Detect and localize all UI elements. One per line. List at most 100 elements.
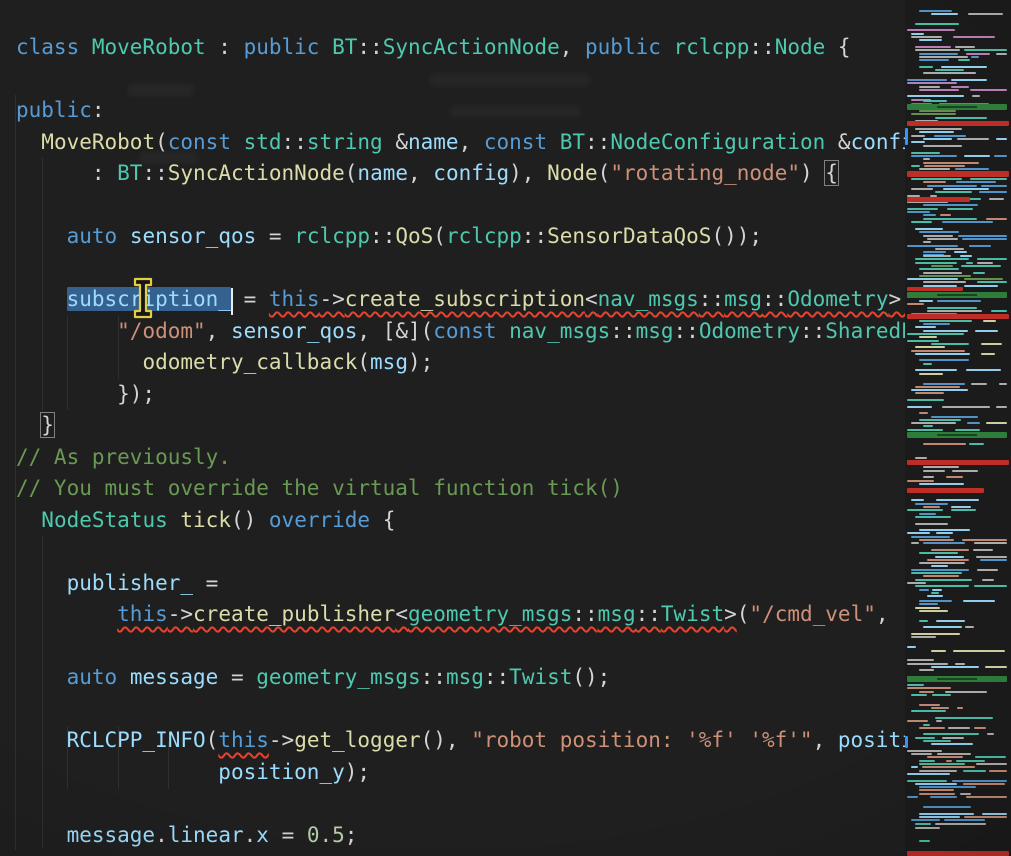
code-token: ( [737, 602, 750, 626]
minimap-line [923, 506, 940, 508]
code-line[interactable]: this->create_publisher<geometry_msgs::ms… [16, 599, 905, 631]
minimap-line [907, 278, 958, 280]
code-token: publisher_ [67, 571, 193, 595]
minimap-line [966, 262, 973, 264]
minimap-line [907, 796, 918, 798]
minimap-line [986, 218, 1007, 220]
minimap-line [927, 595, 943, 597]
code-token: message [130, 665, 219, 689]
code-token: 0.5 [307, 823, 345, 847]
minimap-line [955, 168, 989, 170]
code-line[interactable]: message.linear.x = 0.5; [16, 820, 905, 852]
minimap-line [991, 310, 1007, 312]
code-line[interactable] [16, 631, 905, 663]
minimap-line [919, 727, 945, 729]
code-line[interactable]: }); [16, 379, 905, 411]
minimap[interactable] [905, 0, 1011, 856]
code-line[interactable] [16, 788, 905, 820]
minimap-line [935, 556, 964, 558]
minimap-line [973, 272, 985, 274]
minimap-line [952, 470, 978, 472]
code-line[interactable]: position_y); [16, 757, 905, 789]
minimap-line [931, 707, 949, 709]
code-line[interactable]: NodeStatus tick() override { [16, 505, 905, 537]
code-line[interactable]: publisher_ = [16, 568, 905, 600]
code-line[interactable] [16, 536, 905, 568]
minimap-line [911, 188, 933, 190]
minimap-line [923, 425, 933, 427]
code-token [16, 665, 67, 689]
minimap-line [927, 307, 977, 309]
code-token: < [585, 287, 598, 311]
minimap-line [923, 162, 979, 164]
code-line[interactable] [16, 64, 905, 96]
code-token: name [357, 161, 408, 185]
code-token: -> [269, 728, 294, 752]
minimap-line [980, 559, 1007, 561]
minimap-line [923, 542, 965, 544]
minimap-line [999, 383, 1007, 385]
minimap-line [923, 241, 931, 243]
code-line[interactable]: MoveRobot(const std::string &name, const… [16, 127, 905, 159]
minimap-line [923, 363, 932, 365]
minimap-line [911, 536, 950, 538]
minimap-line [958, 59, 970, 61]
code-token: :: [585, 130, 610, 154]
minimap-line [964, 285, 998, 287]
minimap-line [983, 320, 995, 322]
code-line[interactable]: odometry_callback(msg); [16, 347, 905, 379]
code-line[interactable]: class MoveRobot : public BT::SyncActionN… [16, 32, 905, 64]
minimap-line [981, 185, 1007, 187]
minimap-line [951, 509, 976, 511]
code-line[interactable]: RCLCPP_INFO(this->get_logger(), "robot p… [16, 725, 905, 757]
code-token: tick [180, 508, 231, 532]
minimap-line [979, 191, 1007, 193]
minimap-line [907, 646, 916, 648]
minimap-line [958, 235, 1007, 237]
code-line[interactable]: "/odom", sensor_qos, [&](const nav_msgs:… [16, 316, 905, 348]
minimap-line [953, 650, 1006, 652]
code-line[interactable]: auto message = geometry_msgs::msg::Twist… [16, 662, 905, 694]
minimap-line [911, 766, 918, 768]
minimap-separator-label [937, 434, 977, 436]
code-line[interactable]: } [16, 410, 905, 442]
code-token: NodeConfiguration [610, 130, 825, 154]
code-token: position_x [838, 728, 905, 752]
minimap-line [923, 145, 962, 147]
code-token: ); [345, 760, 370, 784]
code-token: msg [724, 287, 762, 311]
code-line[interactable]: auto sensor_qos = rclcpp::QoS(rclcpp::Se… [16, 221, 905, 253]
code-area[interactable]: class MoveRobot : public BT::SyncActionN… [0, 0, 905, 856]
code-token: // You must override the virtual functio… [16, 476, 623, 500]
code-token: this [269, 287, 320, 311]
minimap-line [907, 406, 932, 408]
code-line[interactable] [16, 694, 905, 726]
minimap-error-band [907, 287, 963, 291]
minimap-line [969, 443, 984, 445]
minimap-line [923, 272, 962, 274]
code-token: MoveRobot [92, 35, 206, 59]
code-token: get_logger [294, 728, 420, 752]
minimap-line [919, 793, 955, 795]
code-line[interactable]: // As previously. [16, 442, 905, 474]
code-token: :: [610, 319, 635, 343]
minimap-line [907, 79, 947, 81]
code-line[interactable]: public: [16, 95, 905, 127]
code-line[interactable] [16, 190, 905, 222]
minimap-line [907, 773, 950, 775]
minimap-line [957, 138, 989, 140]
code-token: () [231, 508, 269, 532]
code-token: linear [168, 823, 244, 847]
code-token: ); [408, 350, 433, 374]
code-token: { [370, 508, 395, 532]
code-token: & [383, 130, 408, 154]
minimap-line [919, 513, 936, 515]
minimap-line [919, 620, 928, 622]
code-token: :: [357, 35, 382, 59]
code-line[interactable]: : BT::SyncActionNode(name, config), Node… [16, 158, 905, 190]
minimap-line [975, 756, 1006, 758]
minimap-line [911, 569, 969, 571]
minimap-line [931, 549, 969, 551]
code-token: :: [142, 161, 167, 185]
code-line[interactable]: // You must override the virtual functio… [16, 473, 905, 505]
